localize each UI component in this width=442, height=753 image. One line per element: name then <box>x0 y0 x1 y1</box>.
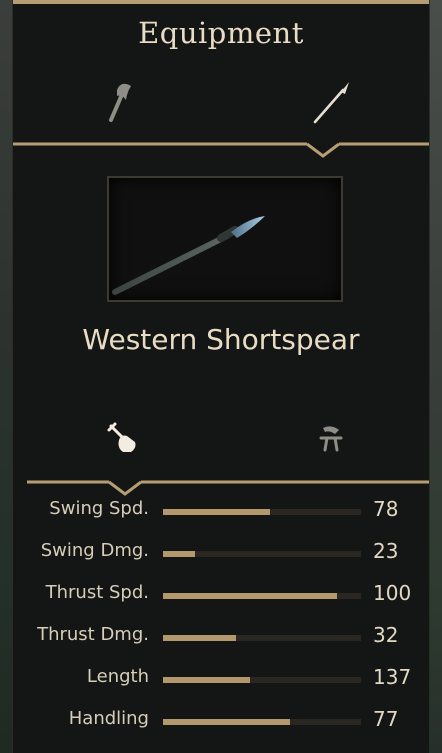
axe-icon <box>109 83 131 122</box>
stat-bar-fill <box>163 509 270 515</box>
stat-bar <box>163 677 361 683</box>
tab-mounted-stats[interactable] <box>313 420 349 456</box>
stat-bar-fill <box>163 551 195 557</box>
stat-label: Swing Dmg. <box>40 540 149 561</box>
tab-divider <box>13 136 429 160</box>
panel-top-rule <box>13 0 429 4</box>
stat-bar <box>163 551 361 557</box>
stat-label: Thrust Spd. <box>45 582 149 603</box>
stat-bar <box>163 635 361 641</box>
stat-row-swing-damage: Swing Dmg. 23 <box>13 532 429 574</box>
mounted-icon <box>319 426 343 452</box>
item-preview <box>107 176 343 302</box>
stat-label: Thrust Dmg. <box>37 624 149 645</box>
hand-sword-icon <box>107 422 136 452</box>
background-rock-left <box>0 0 12 753</box>
panel-title: Equipment <box>138 16 304 50</box>
stat-bar <box>163 509 361 515</box>
stat-label: Swing Spd. <box>49 498 149 519</box>
shortspear-image <box>112 216 265 295</box>
stat-value: 23 <box>373 539 399 563</box>
spear-icon <box>313 82 349 124</box>
stat-bar-fill <box>163 593 338 599</box>
stat-value: 100 <box>373 581 412 605</box>
stat-row-length: Length 137 <box>13 658 429 700</box>
stat-row-thrust-speed: Thrust Spd. 100 <box>13 574 429 616</box>
stat-bar-fill <box>163 719 290 725</box>
stat-label: Handling <box>68 708 149 729</box>
stat-value: 77 <box>373 707 399 731</box>
background-rock-right <box>428 0 442 753</box>
stat-value: 32 <box>373 623 399 647</box>
stat-label: Length <box>86 666 149 687</box>
stat-bar-fill <box>163 635 237 641</box>
stat-value: 78 <box>373 497 399 521</box>
stat-row-thrust-damage: Thrust Dmg. 32 <box>13 616 429 658</box>
tab-axe[interactable] <box>95 78 143 126</box>
stat-row-swing-speed: Swing Spd. 78 <box>13 490 429 532</box>
stat-bar <box>163 593 361 599</box>
stat-bar-fill <box>163 677 251 683</box>
tab-melee-stats[interactable] <box>105 420 141 456</box>
item-name: Western Shortspear <box>82 323 360 356</box>
stat-value: 137 <box>373 665 412 689</box>
stat-row-handling: Handling 77 <box>13 700 429 742</box>
tab-spear[interactable] <box>307 78 355 126</box>
stat-bar <box>163 719 361 725</box>
equipment-panel: Equipment Western Shortspear Swing Spd. … <box>12 0 430 753</box>
